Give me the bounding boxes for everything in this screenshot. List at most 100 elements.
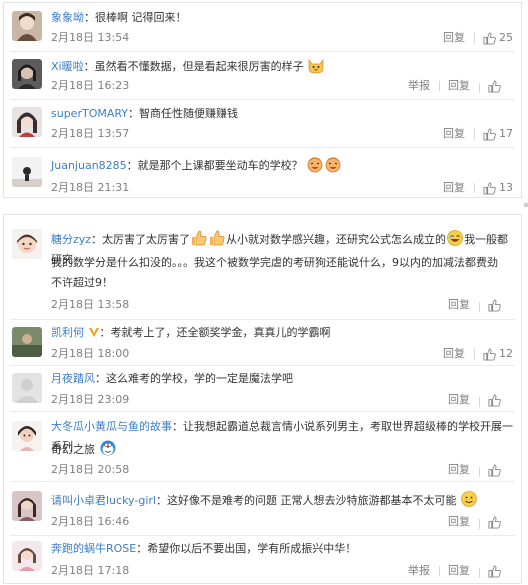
comment-username[interactable]: 糖分zyz: [51, 233, 91, 246]
comment-text: 很棒啊 记得回来！: [95, 11, 187, 24]
comment-time: 2月18日 13:57: [51, 127, 130, 140]
comment-text: 这好像不是难考的问题 正常人想去沙特旅游都基本不太可能: [166, 494, 457, 507]
laughing-face-emoji-icon: [324, 155, 342, 173]
doraemon-emoji-icon: [99, 439, 117, 457]
like-count: 25: [499, 31, 513, 44]
comment-username[interactable]: 请叫小卓君lucky-girl: [51, 494, 156, 507]
comment-username[interactable]: superTOMARY: [51, 107, 128, 120]
thumbs-up-icon: [483, 127, 496, 141]
comment-item: Xi暖啦：虽然看不懂数据，但是看起来很厉害的样子 2月18日 16:23 举报 …: [4, 51, 521, 99]
smiling-face-emoji-icon: [460, 490, 478, 508]
comment-panel-top: 象象呦：很棒啊 记得回来！ 2月18日 13:54 回复 25 Xi暖啦：虽然看…: [3, 2, 522, 198]
thumbs-up-icon: [488, 79, 501, 93]
avatar[interactable]: [12, 373, 42, 403]
like-button[interactable]: 25: [474, 30, 513, 46]
comment-item: 大冬瓜小黄瓜与鱼的故事：让我想起霸道总裁言情小说系列男主，考取世界超级棒的学校开…: [4, 411, 521, 481]
comment-username[interactable]: Juanjuan8285: [51, 159, 127, 172]
reply-button[interactable]: 回复: [439, 462, 479, 478]
comment-text: 考就考上了，还全额奖学金，真真儿的学霸啊: [110, 326, 331, 339]
comment-time: 2月18日 21:31: [51, 181, 130, 194]
like-button[interactable]: [479, 298, 513, 312]
like-count: 12: [499, 347, 513, 360]
thumbs-up-icon: [488, 298, 501, 312]
cat-face-emoji-icon: [307, 56, 325, 74]
thumbs-up-emoji-icon: [190, 229, 208, 247]
avatar[interactable]: [12, 541, 42, 571]
comment-item: 请叫小卓君lucky-girl：这好像不是难考的问题 正常人想去沙特旅游都基本不…: [4, 481, 521, 535]
reply-button[interactable]: 回复: [434, 180, 474, 196]
comment-item: 凯利何 ：考就考上了，还全额奖学金，真真儿的学霸啊 2月18日 18:00 回复…: [4, 319, 521, 365]
comment-time: 2月18日 17:18: [51, 564, 130, 577]
avatar[interactable]: [12, 421, 42, 451]
comment-text-line: 奇幻之旅: [51, 443, 95, 456]
avatar[interactable]: [12, 107, 42, 137]
avatar[interactable]: [12, 229, 42, 259]
like-button[interactable]: [479, 393, 513, 407]
avatar[interactable]: [12, 59, 42, 89]
reply-button[interactable]: 回复: [439, 297, 479, 313]
comment-username[interactable]: Xi暖啦: [51, 60, 84, 73]
like-button[interactable]: [479, 515, 513, 529]
comment-username[interactable]: 凯利何: [51, 326, 84, 339]
reply-button[interactable]: 回复: [439, 392, 479, 408]
comment-time: 2月18日 23:09: [51, 393, 130, 406]
comment-username[interactable]: 大冬瓜小黄瓜与鱼的故事: [51, 420, 172, 433]
report-button[interactable]: 举报: [399, 78, 439, 94]
comment-time: 2月18日 16:46: [51, 515, 130, 528]
thumbs-up-icon: [488, 515, 501, 529]
avatar[interactable]: [12, 327, 42, 357]
comment-item: 月夜踏风：这么难考的学校，学的一定是魔法学吧 2月18日 23:09 回复: [4, 365, 521, 411]
thumbs-up-icon: [488, 564, 501, 578]
verified-badge-icon: [88, 326, 100, 338]
thumbs-up-icon: [483, 181, 496, 195]
like-button[interactable]: [479, 564, 513, 578]
comment-text: 虽然看不懂数据，但是看起来很厉害的样子: [94, 60, 304, 73]
comment-panel-bottom: 糖分zyz：太厉害了太厉害了 从小就对数学感兴趣，还研究公式怎么成立的 我一般都研究…: [3, 214, 522, 584]
reply-button[interactable]: 回复: [434, 126, 474, 142]
grinning-face-emoji-icon: [446, 229, 464, 247]
thumbs-up-icon: [483, 31, 496, 45]
comment-item: Juanjuan8285：就是那个上课都要坐动车的学校？ 2月18日 21:31…: [4, 147, 521, 197]
comment-text: 从小就对数学感兴趣，还研究公式怎么成立的: [226, 233, 447, 246]
reply-button[interactable]: 回复: [434, 346, 474, 362]
thumbs-up-icon: [483, 347, 496, 361]
comment-item: 象象呦：很棒啊 记得回来！ 2月18日 13:54 回复 25: [4, 3, 521, 51]
avatar[interactable]: [12, 491, 42, 521]
comment-username[interactable]: 象象呦: [51, 11, 84, 24]
reply-button[interactable]: 回复: [439, 514, 479, 530]
laughing-face-emoji-icon: [306, 155, 324, 173]
scroll-marker: [524, 203, 528, 207]
thumbs-up-icon: [488, 393, 501, 407]
like-button[interactable]: [479, 463, 513, 477]
comment-username[interactable]: 奔跑的蜗牛ROSE: [51, 542, 136, 555]
thumbs-up-icon: [488, 463, 501, 477]
report-button[interactable]: 举报: [399, 563, 439, 579]
reply-button[interactable]: 回复: [434, 30, 474, 46]
comment-username[interactable]: 月夜踏风: [51, 372, 95, 385]
comment-text: 希望你以后不要出国，学有所成振兴中华！: [147, 542, 357, 555]
like-count: 17: [499, 127, 513, 140]
like-button[interactable]: 12: [474, 346, 513, 362]
comment-text: 太厉害了太厉害了: [102, 233, 191, 246]
reply-button[interactable]: 回复: [439, 78, 479, 94]
avatar[interactable]: [12, 11, 42, 41]
like-button[interactable]: 17: [474, 126, 513, 142]
reply-button[interactable]: 回复: [439, 563, 479, 579]
comment-time: 2月18日 13:58: [51, 298, 130, 311]
like-button[interactable]: [479, 79, 513, 93]
comment-time: 2月18日 16:23: [51, 79, 130, 92]
comment-text: 就是那个上课都要坐动车的学校？: [137, 159, 303, 172]
comment-time: 2月18日 20:58: [51, 463, 130, 476]
comment-time: 2月18日 18:00: [51, 347, 130, 360]
avatar[interactable]: [12, 157, 42, 187]
like-button[interactable]: 13: [474, 180, 513, 196]
comment-text-line: 不许超过9！: [51, 276, 113, 289]
comment-item: 糖分zyz：太厉害了太厉害了 从小就对数学感兴趣，还研究公式怎么成立的 我一般都研究…: [4, 215, 521, 319]
thumbs-up-emoji-icon: [208, 229, 226, 247]
comment-time: 2月18日 13:54: [51, 31, 130, 44]
comment-text: 智商任性随便赚赚钱: [139, 107, 239, 120]
like-count: 13: [499, 181, 513, 194]
comment-item: superTOMARY：智商任性随便赚赚钱 2月18日 13:57 回复 17: [4, 99, 521, 147]
comment-text-line: 我的数学分是什么扣没的。。。我这个被数学完虐的考研狗还能说什么，9以内的加减法都…: [51, 256, 498, 269]
comment-item: 奔跑的蜗牛ROSE：希望你以后不要出国，学有所成振兴中华！ 2月18日 17:1…: [4, 535, 521, 583]
